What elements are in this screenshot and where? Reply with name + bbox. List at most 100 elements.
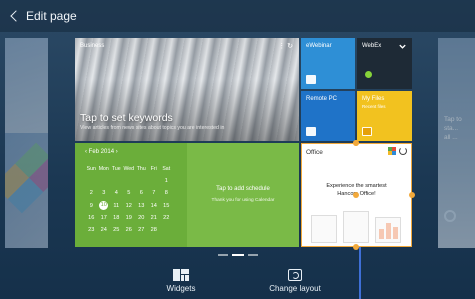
calendar-day[interactable]: 1	[160, 178, 173, 184]
widgets-label: Widgets	[166, 284, 196, 293]
calendar-month-nav[interactable]: ‹ Feb 2014 ›	[85, 149, 118, 155]
my-files-widget[interactable]: My Files Recent files	[357, 91, 412, 141]
next-page-text: Tap to sta... all ...	[444, 115, 475, 142]
hancom-office-icon[interactable]	[388, 147, 396, 155]
chart-bar-decoration	[379, 229, 384, 239]
office-label: Office	[306, 149, 323, 156]
calendar-day[interactable]: 16	[85, 215, 98, 221]
page-dot-active[interactable]	[232, 254, 244, 256]
calendar-weekday-row: Sun Mon Tue Wed Thu Fri Sat	[85, 163, 177, 175]
calendar-week-row: 16 17 18 19 20 21 22	[85, 212, 177, 224]
chevron-left-icon[interactable]: ‹	[85, 149, 87, 155]
calendar-day[interactable]: 10	[98, 201, 111, 211]
next-page-text-line1: Tap to sta...	[444, 116, 462, 132]
calendar-weekday: Wed	[123, 166, 135, 173]
chart-bar-decoration	[386, 223, 391, 239]
calendar-day[interactable]: 22	[160, 215, 173, 221]
widgets-icon	[173, 269, 189, 281]
calendar-day[interactable]: 12	[123, 203, 136, 209]
calendar-weekday: Fri	[150, 166, 157, 173]
calendar-widget[interactable]: ‹ Feb 2014 › Sun Mon Tue Wed Thu Fri Sat 1 2 3 4 5 6…	[75, 143, 299, 247]
next-page-preview[interactable]: Tap to sta... all ...	[438, 38, 475, 248]
business-widget-subtext: View articles from news sites about topi…	[80, 125, 225, 131]
calendar-day[interactable]: 3	[98, 190, 111, 196]
bottom-bar: Widgets Change layout	[0, 263, 475, 299]
remote-pc-widget[interactable]: Remote PC	[301, 91, 355, 141]
calendar-day[interactable]: 6	[135, 190, 148, 196]
page-title[interactable]: Edit page	[26, 9, 77, 23]
calendar-week-row: 2345678	[85, 187, 177, 199]
change-layout-icon	[288, 269, 302, 281]
calendar-weekday: Thu	[136, 166, 146, 173]
calendar-week-row: 9 10 11 12 13 14 15	[85, 200, 177, 212]
calendar-day[interactable]: 23	[85, 227, 98, 233]
back-chevron-icon[interactable]	[10, 10, 22, 22]
calendar-day[interactable]: 20	[135, 215, 148, 221]
calendar-day[interactable]: 18	[110, 215, 123, 221]
resize-handle-left[interactable]	[353, 192, 359, 198]
calendar-day[interactable]: 11	[110, 203, 123, 209]
change-layout-button[interactable]: Change layout	[263, 269, 327, 293]
calendar-day[interactable]: 21	[148, 215, 161, 221]
calendar-grid: Sun Mon Tue Wed Thu Fri Sat 1 2 3 4 5 6 7 8 9 10 11 12 13 14…	[85, 163, 177, 236]
top-bar: Edit page	[0, 0, 475, 32]
calendar-day[interactable]: 13	[135, 203, 148, 209]
calendar-today-marker: 10	[99, 201, 109, 211]
calendar-day[interactable]: 8	[160, 190, 173, 196]
remote-pc-monitor-icon	[306, 127, 316, 136]
business-news-widget[interactable]: Business ⋮ ↻ Tap to set keywords View ar…	[75, 38, 299, 141]
screen: Edit page + Tap to sta... all ... Busine…	[0, 0, 475, 299]
my-files-sublabel: Recent files	[362, 104, 386, 109]
office-message-line1: Experience the smartest	[326, 183, 387, 189]
ewebinar-widget[interactable]: eWebinar	[301, 38, 355, 89]
calendar-day[interactable]: 4	[110, 190, 123, 196]
chevron-right-icon[interactable]: ›	[116, 149, 118, 155]
add-schedule-prompt[interactable]: Tap to add schedule	[187, 186, 299, 192]
page-indicator	[218, 254, 258, 256]
previous-page-preview[interactable]: +	[5, 38, 48, 248]
calendar-day[interactable]: 14	[148, 203, 161, 209]
calendar-week-row: 23 24 25 26 27 28	[85, 224, 177, 236]
resize-handle-right[interactable]	[409, 192, 415, 198]
calendar-weekday: Mon	[98, 166, 109, 173]
webex-label: WebEx	[362, 43, 382, 49]
calendar-day[interactable]: 26	[123, 227, 136, 233]
calendar-day[interactable]: 24	[98, 227, 111, 233]
calendar-day[interactable]: 25	[110, 227, 123, 233]
calendar-day[interactable]: 2	[85, 190, 98, 196]
next-page-circle-icon	[444, 210, 456, 222]
previous-page-tile	[5, 38, 48, 133]
add-icon: +	[20, 246, 29, 248]
calendar-day[interactable]: 19	[123, 215, 136, 221]
calendar-day[interactable]: 15	[160, 203, 173, 209]
webex-ball-icon	[365, 71, 372, 78]
page-dot[interactable]	[248, 254, 258, 256]
calendar-weekday: Sat	[162, 166, 171, 173]
office-document-illustration	[311, 209, 403, 243]
calendar-week-row: 1	[85, 175, 177, 187]
chart-bar-decoration	[393, 227, 398, 239]
remote-pc-label: Remote PC	[306, 96, 338, 102]
previous-page-graphic	[5, 142, 48, 214]
webex-widget[interactable]: WebEx	[357, 38, 412, 89]
office-widget-icons	[388, 147, 407, 155]
calendar-thanks-text: Thank you for using Calendar	[211, 198, 275, 203]
calendar-day[interactable]: 17	[98, 215, 111, 221]
calendar-day[interactable]: 27	[135, 227, 148, 233]
page-dot[interactable]	[218, 254, 228, 256]
chevron-down-icon[interactable]	[398, 42, 407, 51]
edit-page-canvas: Business ⋮ ↻ Tap to set keywords View ar…	[75, 38, 415, 250]
refresh-icon[interactable]	[399, 147, 407, 155]
ewebinar-person-icon	[306, 75, 316, 84]
calendar-day[interactable]: 5	[123, 190, 136, 196]
business-widget-headline[interactable]: Tap to set keywords	[80, 112, 173, 124]
calendar-day[interactable]: 9	[85, 203, 98, 209]
calendar-weekday: Tue	[111, 166, 121, 173]
ewebinar-label: eWebinar	[306, 43, 332, 49]
business-widget-options-icon[interactable]: ⋮ ↻	[278, 42, 293, 50]
widgets-button[interactable]: Widgets	[160, 269, 202, 293]
calendar-day[interactable]: 28	[148, 227, 161, 233]
calendar-day[interactable]: 7	[148, 190, 161, 196]
resize-handle-top[interactable]	[353, 140, 359, 146]
calendar-schedule-panel[interactable]: Tap to add schedule Thank you for using …	[187, 143, 299, 247]
